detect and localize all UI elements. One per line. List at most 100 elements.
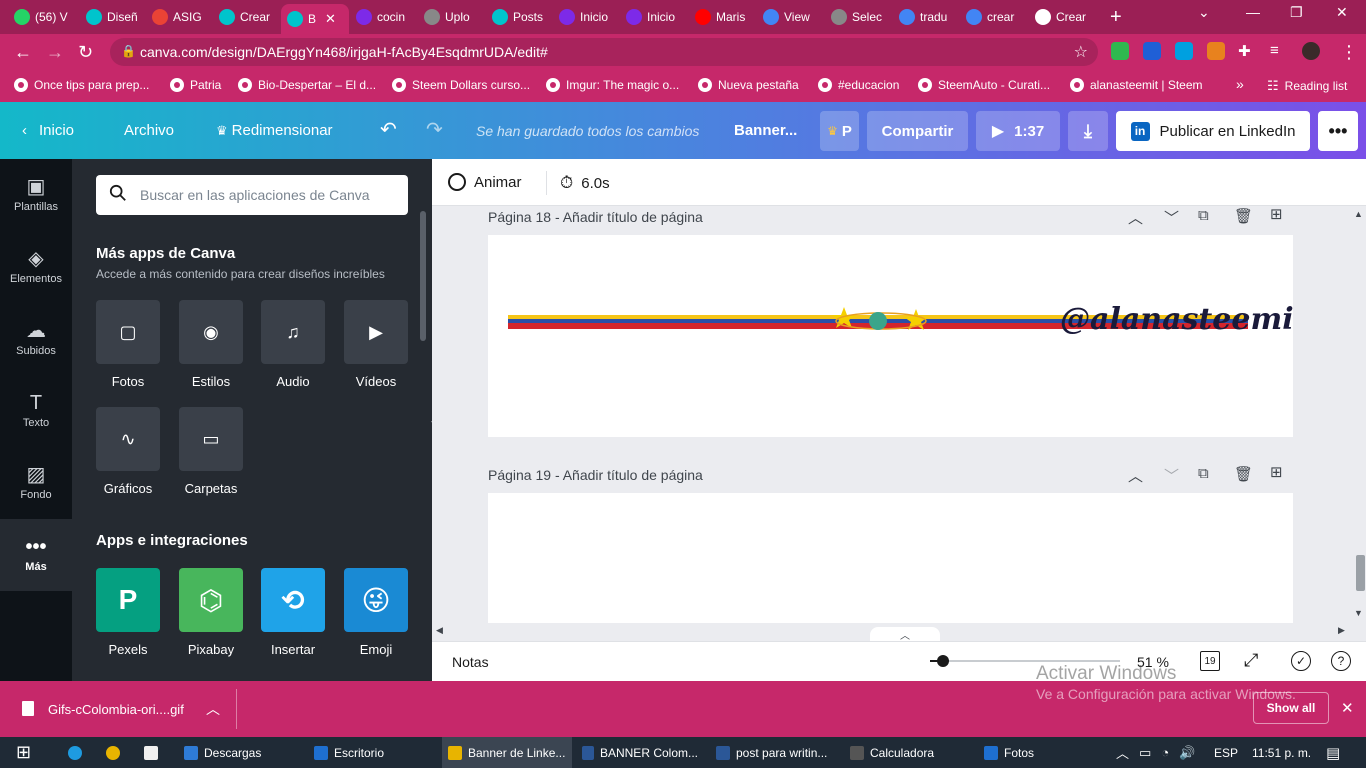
menu-icon[interactable]: ⋮ (1340, 42, 1358, 63)
close-tab-icon[interactable]: ✕ (325, 11, 336, 27)
add-page-icon[interactable]: ⊞ (1270, 463, 1283, 481)
taskbar-item[interactable]: Fotos (978, 737, 1078, 768)
task-view-icon[interactable]: ⊞ (10, 737, 37, 768)
chevron-down-icon[interactable]: ﹀ (1164, 465, 1179, 486)
integration-tile[interactable]: P (96, 568, 160, 632)
browser-tab[interactable]: Uplo (418, 4, 484, 30)
edge-icon[interactable] (62, 737, 88, 768)
more-options-button[interactable]: ••• (1318, 111, 1358, 151)
scroll-down-icon[interactable]: ▼ (1354, 608, 1363, 618)
chevron-up-icon[interactable]: ︿ (1128, 465, 1143, 486)
panel-scrollbar[interactable] (420, 211, 426, 341)
browser-tab[interactable]: Inicio (620, 4, 687, 30)
scroll-right-icon[interactable]: ▶ (1338, 625, 1345, 636)
back-icon[interactable]: ← (14, 42, 32, 63)
home-link[interactable]: ‹ Inicio (22, 122, 74, 139)
fullscreen-icon[interactable]: ⤢ (1244, 650, 1258, 671)
scroll-up-icon[interactable]: ▲ (1354, 209, 1363, 219)
clock[interactable]: 11:51 p. m. (1246, 737, 1317, 768)
help-icon[interactable]: ? (1331, 651, 1351, 671)
chevron-up-icon[interactable]: ︿ (1128, 207, 1143, 228)
taskbar-item[interactable]: Calculadora (844, 737, 972, 768)
bookmark-item[interactable]: Steem Dollars curso... (392, 78, 530, 92)
puzzle-icon[interactable]: ✚ (1238, 42, 1251, 60)
publish-linkedin-button[interactable]: in Publicar en LinkedIn (1116, 111, 1310, 151)
browser-tab[interactable]: Selec (825, 4, 891, 30)
delete-page-icon[interactable]: 🗑 (1234, 465, 1253, 483)
browser-tab[interactable]: (56) V (8, 4, 78, 30)
browser-tab[interactable]: Diseñ (80, 4, 144, 30)
rail-item-subidos[interactable]: ☁ Subidos (0, 303, 72, 375)
extension-icon[interactable] (1175, 42, 1193, 60)
extension-icon[interactable] (1111, 42, 1129, 60)
animate-button[interactable]: Animar (448, 173, 522, 191)
chevron-down-icon[interactable]: ﹀ (1164, 207, 1179, 228)
rail-item-plantillas[interactable]: ▣ Plantillas (0, 159, 72, 231)
browser-tab[interactable]: B ✕ (281, 4, 349, 34)
resize-button[interactable]: ♛ Redimensionar (216, 122, 333, 139)
new-tab-button[interactable]: + (1110, 6, 1122, 29)
metamask-icon[interactable] (1207, 42, 1225, 60)
duplicate-page-icon[interactable]: ⧉ (1198, 465, 1209, 482)
rail-item-más[interactable]: ••• Más (0, 519, 72, 591)
bookmark-item[interactable]: Bio-Despertar – El d... (238, 78, 376, 92)
page-count-button[interactable]: 19 (1200, 651, 1220, 671)
app-tile[interactable]: ◉ (179, 300, 243, 364)
browser-tab[interactable]: Inicio (553, 4, 618, 30)
file-menu[interactable]: Archivo (124, 122, 174, 139)
zoom-slider[interactable] (930, 655, 1120, 667)
show-pages-tab[interactable]: ︿ (870, 627, 940, 642)
show-all-button[interactable]: Show all (1253, 692, 1329, 724)
app-tile[interactable]: ▢ (96, 300, 160, 364)
add-page-icon[interactable]: ⊞ (1270, 205, 1283, 223)
design-page[interactable] (488, 493, 1293, 623)
app-tile[interactable]: ▭ (179, 407, 243, 471)
more-bookmarks[interactable]: » (1236, 76, 1244, 92)
taskbar-item[interactable]: BANNER Colom... (576, 737, 704, 768)
profile-avatar[interactable] (1302, 42, 1320, 60)
browser-tab[interactable]: Crear (1029, 4, 1097, 30)
browser-tab[interactable]: crear (960, 4, 1027, 30)
integration-tile[interactable]: ⌬ (179, 568, 243, 632)
undo-icon[interactable]: ↶ (380, 117, 397, 142)
browser-tab[interactable]: Crear (213, 4, 279, 30)
delete-page-icon[interactable]: 🗑 (1234, 207, 1253, 225)
redo-icon[interactable]: ↷ (426, 117, 443, 142)
banner-artwork[interactable]: @alanasteemit (488, 235, 1293, 437)
browser-tab[interactable]: Posts (486, 4, 551, 30)
chrome-icon[interactable] (100, 737, 126, 768)
app-tile[interactable]: ♫ (261, 300, 325, 364)
maximize-icon[interactable]: ❐ (1290, 4, 1303, 21)
taskbar-item[interactable]: post para writin... (710, 737, 838, 768)
forward-icon[interactable]: → (46, 42, 64, 63)
bookmark-item[interactable]: alanasteemit | Steem (1070, 78, 1203, 92)
media-icon[interactable]: ≡ (1270, 42, 1279, 59)
browser-tab[interactable]: cocin (350, 4, 416, 30)
address-bar[interactable]: 🔒 canva.com/design/DAErggYn468/irjgaH-fA… (110, 38, 1098, 66)
tab-search-icon[interactable]: ⌄ (1198, 4, 1210, 21)
browser-tab[interactable]: View (757, 4, 823, 30)
app-tile[interactable]: ∿ (96, 407, 160, 471)
taskbar-item[interactable]: Banner de Linke... (442, 737, 572, 768)
notifications-icon[interactable]: ▤ (1320, 737, 1346, 768)
bookmark-star-icon[interactable]: ☆ (1074, 42, 1088, 62)
chevron-up-icon[interactable]: ︿ (206, 699, 220, 719)
integration-tile[interactable]: 😜 (344, 568, 408, 632)
browser-tab[interactable]: Maris (689, 4, 755, 30)
reload-icon[interactable]: ↻ (78, 42, 93, 63)
rail-item-elementos[interactable]: ◈ Elementos (0, 231, 72, 303)
share-button[interactable]: Compartir (867, 111, 968, 151)
design-title[interactable]: Banner... (734, 122, 797, 139)
duration-button[interactable]: ⏱ 6.0s (560, 173, 610, 193)
scroll-left-icon[interactable]: ◀ (436, 625, 443, 636)
integration-tile[interactable]: ⟲ (261, 568, 325, 632)
rail-item-fondo[interactable]: ▨ Fondo (0, 447, 72, 519)
close-window-icon[interactable]: ✕ (1336, 4, 1348, 21)
rail-item-texto[interactable]: T Texto (0, 375, 72, 447)
system-tray[interactable]: ︿ ▭ ◔ 🔊 (1110, 737, 1201, 768)
store-icon[interactable] (138, 737, 164, 768)
reading-list[interactable]: ☷ Reading list (1267, 78, 1347, 94)
close-icon[interactable]: ✕ (1341, 699, 1354, 717)
notes-button[interactable]: Notas (452, 654, 489, 670)
present-button[interactable]: ▶ 1:37 (976, 111, 1060, 151)
